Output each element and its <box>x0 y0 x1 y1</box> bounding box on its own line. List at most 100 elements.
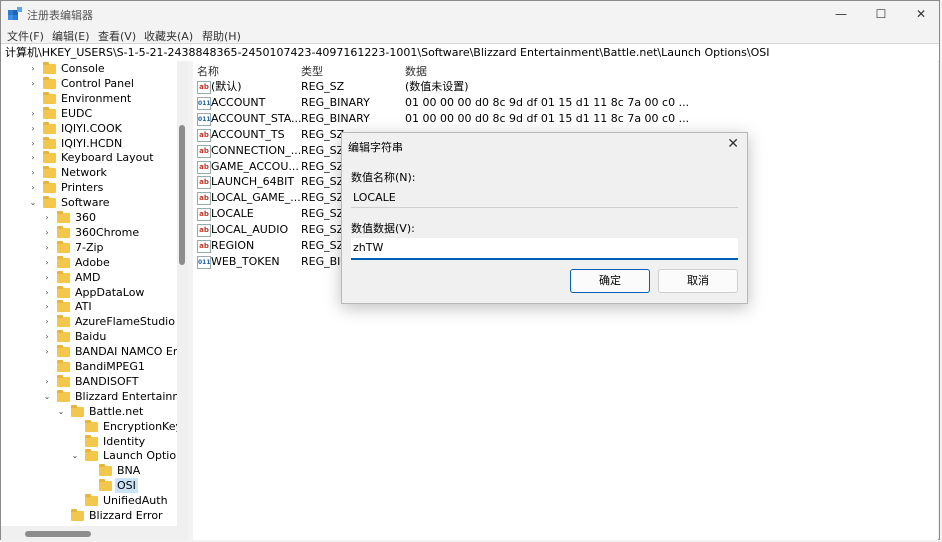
folder-icon <box>57 240 70 253</box>
tree-item[interactable]: ⌄ Launch Option <box>1 448 183 463</box>
menu-view[interactable]: 查看(V) <box>98 28 136 44</box>
tree-item[interactable]: › 7-Zip <box>1 240 177 255</box>
tree-item[interactable]: › IQIYI.HCDN <box>1 136 177 151</box>
expand-chevron-icon[interactable]: › <box>28 165 38 180</box>
expand-chevron-icon[interactable]: › <box>28 76 38 91</box>
tree-vertical-scrollbar[interactable] <box>177 61 188 526</box>
value-name: LAUNCH_64BIT <box>211 175 295 189</box>
tree-item[interactable]: › IQIYI.COOK <box>1 121 177 136</box>
maximize-button[interactable]: ☐ <box>861 1 901 27</box>
expand-chevron-icon[interactable]: › <box>28 61 38 76</box>
tree-item-label: Printers <box>61 181 104 195</box>
column-header-data[interactable]: 数据 <box>405 63 427 79</box>
value-name: GAME_ACCOU... <box>211 159 299 173</box>
value-type: REG_SZ <box>301 191 345 205</box>
string-value-icon: ab <box>197 144 211 158</box>
tree-item[interactable]: OSI <box>1 478 177 494</box>
close-button[interactable]: ✕ <box>901 1 941 27</box>
tree-item[interactable]: › EUDC <box>1 106 177 121</box>
value-row[interactable]: 011 ACCOUNT_STA... REG_BINARY 01 00 00 00 d… <box>193 111 933 127</box>
value-row[interactable]: 011 ACCOUNT REG_BINARY 01 00 00 00 d0 8c 9d… <box>193 95 933 111</box>
expand-chevron-icon[interactable]: › <box>42 270 52 285</box>
tree-item[interactable]: › ATI <box>1 299 177 314</box>
expand-chevron-icon[interactable]: › <box>28 136 38 151</box>
tree-item[interactable]: ⌄ Blizzard Entertainme <box>1 389 188 404</box>
value-name: REGION <box>211 239 255 252</box>
expand-chevron-icon[interactable]: › <box>42 329 52 344</box>
menu-edit[interactable]: 编辑(E) <box>52 28 90 44</box>
folder-icon <box>57 330 70 343</box>
expand-chevron-icon[interactable]: › <box>42 285 52 300</box>
tree-item[interactable]: › Control Panel <box>1 76 177 91</box>
expand-chevron-icon[interactable]: ⌄ <box>70 448 80 463</box>
expand-chevron-icon[interactable]: ⌄ <box>28 195 38 210</box>
ok-button[interactable]: 确定 <box>570 269 650 293</box>
tree-item[interactable]: ⌄ Software <box>1 195 177 210</box>
menu-file[interactable]: 文件(F) <box>7 28 44 44</box>
minimize-button[interactable]: — <box>821 1 861 27</box>
folder-icon <box>57 211 70 223</box>
tree-item[interactable]: › AzureFlameStudio <box>1 314 177 329</box>
dialog-close-icon[interactable]: ✕ <box>727 136 739 152</box>
tree-item[interactable]: › BANDISOFT <box>1 374 177 389</box>
menu-help[interactable]: 帮助(H) <box>202 28 241 44</box>
expand-chevron-icon[interactable]: ⌄ <box>42 389 52 404</box>
expand-chevron-icon[interactable]: › <box>42 210 52 225</box>
tree-item[interactable]: › 360 <box>1 210 177 225</box>
folder-icon <box>99 479 112 492</box>
expand-chevron-icon[interactable]: › <box>28 121 38 136</box>
folder-icon <box>71 404 84 417</box>
folder-icon <box>43 62 56 74</box>
tree-item[interactable]: › AppDataLow <box>1 285 177 300</box>
tree-item[interactable]: › 360Chrome <box>1 225 177 240</box>
tree-item[interactable]: EncryptionKey <box>1 419 182 434</box>
expand-chevron-icon[interactable]: › <box>42 374 52 389</box>
tree-item[interactable]: › Keyboard Layout <box>1 150 177 165</box>
menu-favorites[interactable]: 收藏夹(A) <box>144 28 193 44</box>
tree-item[interactable]: › Adobe <box>1 255 177 270</box>
expand-chevron-icon[interactable]: › <box>42 344 52 359</box>
value-data-input[interactable]: zhTW <box>351 238 738 260</box>
tree-item[interactable]: Identity <box>1 434 177 449</box>
column-header-type[interactable]: 类型 <box>301 63 323 79</box>
tree-item[interactable]: › Baidu <box>1 329 177 344</box>
address-bar[interactable]: 计算机\HKEY_USERS\S-1-5-21-2438848365-24501… <box>1 43 939 62</box>
column-header-name[interactable]: 名称 <box>197 63 219 79</box>
value-row[interactable]: ab (默认) REG_SZ (数值未设置) <box>193 79 933 95</box>
expand-chevron-icon[interactable]: › <box>28 150 38 165</box>
key-tree[interactable]: › Console › Control Panel Environment › EUDC › I… <box>1 61 188 541</box>
expand-chevron-icon[interactable]: › <box>42 240 52 255</box>
tree-item[interactable]: ⌄ Battle.net <box>1 404 177 419</box>
expand-chevron-icon[interactable]: ⌄ <box>56 404 66 419</box>
tree-horizontal-scrollbar[interactable] <box>1 526 188 541</box>
tree-item[interactable]: › Printers <box>1 180 177 195</box>
value-type: REG_SZ <box>301 127 345 141</box>
string-value-icon: ab <box>197 192 211 206</box>
cancel-button[interactable]: 取消 <box>658 269 738 293</box>
expand-chevron-icon[interactable]: › <box>42 314 52 329</box>
folder-icon <box>57 225 70 238</box>
tree-item[interactable]: › Console <box>1 61 177 76</box>
dialog-title: 编辑字符串 <box>348 141 403 154</box>
tree-item[interactable]: › AMD <box>1 270 177 285</box>
tree-item-label: EUDC <box>61 106 93 120</box>
expand-chevron-icon[interactable]: › <box>28 106 38 121</box>
expand-chevron-icon[interactable]: › <box>42 225 52 240</box>
value-data: 01 00 00 00 d0 8c 9d df 01 15 d1 11 8c 7… <box>405 95 690 109</box>
expand-chevron-icon[interactable]: › <box>42 299 52 314</box>
binary-value-icon: 011 <box>197 112 211 126</box>
tree-item[interactable]: BandiMPEG1 <box>1 359 177 374</box>
tree-item[interactable]: Environment <box>1 91 177 106</box>
tree-item[interactable]: UnifiedAuth <box>1 493 177 508</box>
tree-item-label: AMD <box>75 270 101 284</box>
tree-item[interactable]: BNA <box>1 463 177 478</box>
tree-item[interactable]: › BANDAI NAMCO En <box>1 344 180 359</box>
folder-icon <box>57 255 70 268</box>
folder-icon <box>43 166 56 179</box>
tree-horizontal-scroll-thumb[interactable] <box>25 531 91 537</box>
expand-chevron-icon[interactable]: › <box>42 255 52 270</box>
tree-item[interactable]: Blizzard Error <box>1 508 177 523</box>
tree-item[interactable]: › Network <box>1 165 177 180</box>
tree-vertical-scroll-thumb[interactable] <box>179 125 185 265</box>
expand-chevron-icon[interactable]: › <box>28 180 38 195</box>
